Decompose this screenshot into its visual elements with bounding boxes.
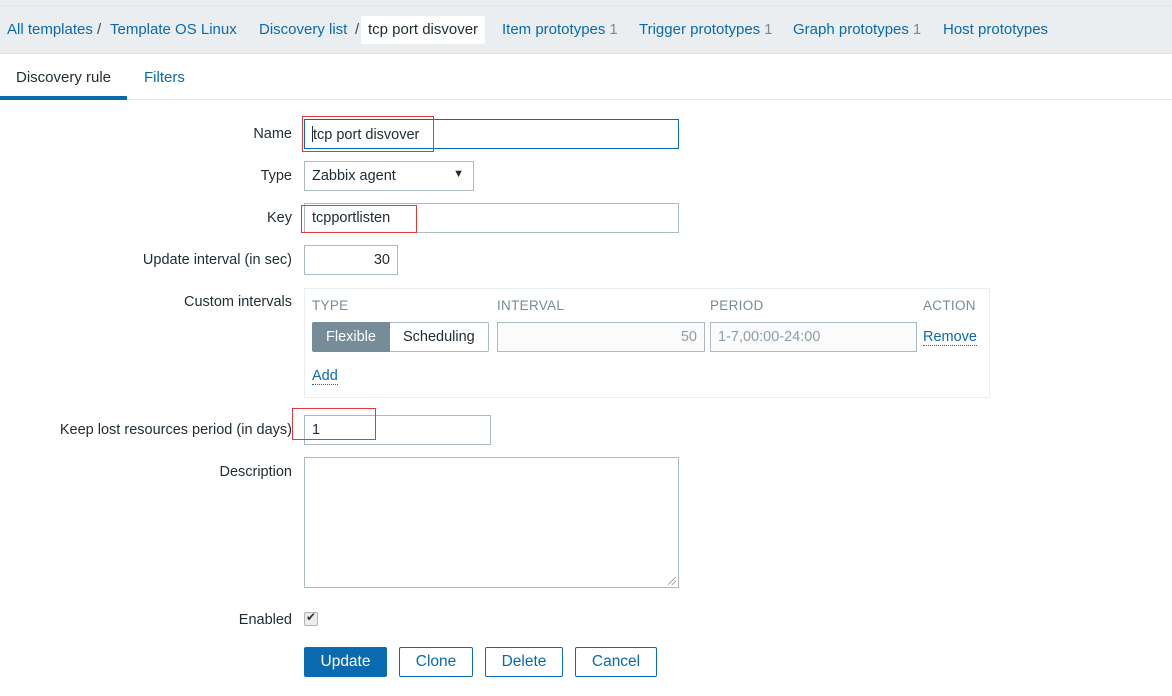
tab-discovery-rule[interactable]: Discovery rule <box>16 69 111 86</box>
column-header-interval: INTERVAL <box>497 298 565 313</box>
nav-trigger-prototypes-count: 1 <box>764 21 773 38</box>
update-interval-label: Update interval (in sec) <box>142 252 292 268</box>
type-label: Type <box>260 168 292 184</box>
breadcrumb-current: tcp port disvover <box>361 16 486 44</box>
delete-button[interactable]: Delete <box>485 647 563 677</box>
description-label: Description <box>219 464 292 480</box>
key-input[interactable]: tcpportlisten <box>304 203 679 233</box>
dropdown-arrow-icon: ▼ <box>453 168 464 180</box>
active-tab-indicator <box>0 96 127 100</box>
interval-type-toggle: Flexible Scheduling <box>312 322 489 352</box>
type-flexible-button[interactable]: Flexible <box>312 322 390 352</box>
name-input[interactable]: tcp port disvover <box>304 119 679 149</box>
custom-interval-value: 50 <box>680 329 697 345</box>
name-label: Name <box>253 126 292 142</box>
add-interval-link[interactable]: Add <box>312 368 338 385</box>
tab-bar: Discovery rule Filters <box>0 55 1172 100</box>
nav-trigger-prototypes-label: Trigger prototypes <box>639 21 761 38</box>
custom-intervals-table: TYPE INTERVAL PERIOD ACTION Flexible Sch… <box>304 288 990 398</box>
nav-graph-prototypes-count: 1 <box>912 21 922 38</box>
clone-button[interactable]: Clone <box>399 647 473 677</box>
key-value: tcpportlisten <box>312 210 391 226</box>
breadcrumb: All templates / Template OS Linux Discov… <box>0 6 1172 54</box>
nav-item-prototypes-count: 1 <box>609 21 618 38</box>
keep-lost-value: 1 <box>312 422 321 438</box>
enabled-checkbox[interactable]: ✔ <box>304 610 318 626</box>
keep-lost-input[interactable]: 1 <box>304 415 491 445</box>
nav-graph-prototypes-label: Graph prototypes <box>793 21 909 38</box>
update-interval-input[interactable]: 30 <box>304 245 398 275</box>
type-select[interactable]: Zabbix agent ▼ <box>304 161 474 191</box>
column-header-period: PERIOD <box>710 298 764 313</box>
breadcrumb-discovery-list[interactable]: Discovery list <box>259 21 347 38</box>
custom-intervals-label: Custom intervals <box>184 294 292 310</box>
description-textarea[interactable] <box>304 457 679 588</box>
breadcrumb-template[interactable]: Template OS Linux <box>110 21 237 38</box>
cancel-button[interactable]: Cancel <box>575 647 657 677</box>
resize-handle-icon[interactable] <box>668 577 676 585</box>
nav-item-prototypes-label: Item prototypes <box>502 21 606 38</box>
update-interval-value: 30 <box>373 252 390 268</box>
remove-interval-link[interactable]: Remove <box>923 329 977 346</box>
type-value: Zabbix agent <box>312 168 396 184</box>
column-header-type: TYPE <box>312 298 349 313</box>
tab-filters[interactable]: Filters <box>144 69 185 86</box>
custom-period-input[interactable]: 1-7,00:00-24:00 <box>710 322 917 352</box>
column-header-action: ACTION <box>923 298 976 313</box>
nav-trigger-prototypes[interactable]: Trigger prototypes 1 <box>639 21 773 38</box>
type-scheduling-button[interactable]: Scheduling <box>389 322 489 352</box>
checkmark-icon: ✔ <box>306 610 317 624</box>
breadcrumb-separator: / <box>97 21 102 38</box>
custom-interval-input[interactable]: 50 <box>497 322 705 352</box>
key-label: Key <box>267 210 292 226</box>
nav-item-prototypes[interactable]: Item prototypes 1 <box>502 21 618 38</box>
update-button[interactable]: Update <box>304 647 387 677</box>
nav-graph-prototypes[interactable]: Graph prototypes 1 <box>793 21 921 38</box>
name-value: tcp port disvover <box>313 127 420 143</box>
enabled-label: Enabled <box>238 612 292 628</box>
keep-lost-label: Keep lost resources period (in days) <box>59 422 292 438</box>
breadcrumb-all-templates[interactable]: All templates <box>7 21 93 38</box>
custom-period-value: 1-7,00:00-24:00 <box>718 329 821 345</box>
nav-host-prototypes[interactable]: Host prototypes <box>943 21 1048 38</box>
breadcrumb-separator: / <box>355 21 360 38</box>
